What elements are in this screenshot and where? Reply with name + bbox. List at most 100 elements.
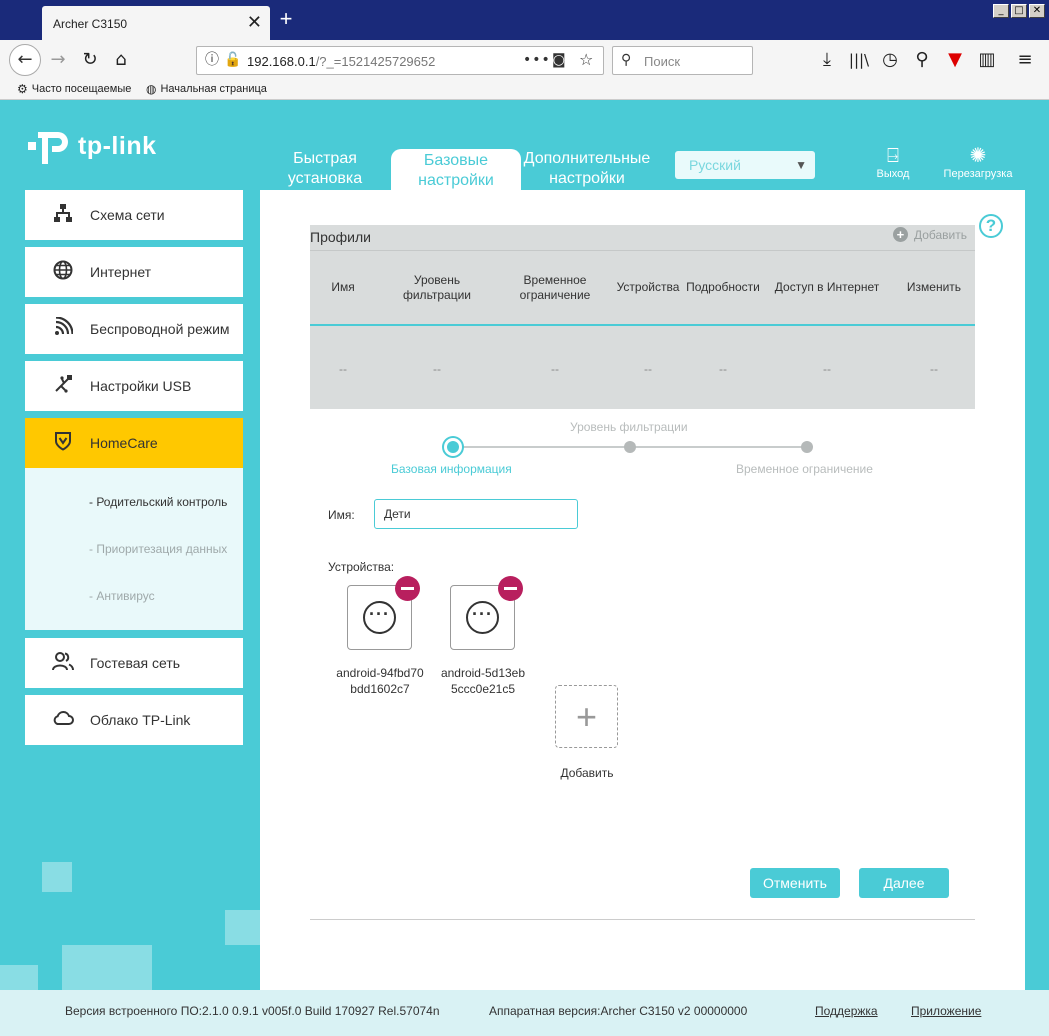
bookmark-star-icon[interactable]: ☆ (579, 52, 593, 68)
sidebar-item-guest-network[interactable]: Гостевая сеть (25, 638, 243, 688)
step-connector (630, 446, 808, 448)
search-icon: ⚲ (621, 52, 632, 68)
close-window-button[interactable]: ✕ (1029, 4, 1045, 18)
forward-button[interactable]: → (46, 48, 70, 72)
shield-icon (51, 431, 75, 455)
network-map-icon (51, 203, 75, 227)
tab-close-icon[interactable]: ✕ (247, 13, 262, 31)
reboot-label: Перезагрузка (943, 168, 1013, 180)
remove-device-icon[interactable] (395, 576, 420, 601)
history-icon[interactable]: ◷ (878, 48, 902, 72)
library-icon[interactable]: |||\ (847, 48, 871, 72)
info-icon[interactable]: ⓘ (205, 52, 219, 68)
logo-text: tp-link (78, 131, 157, 160)
table-cell: -- (551, 362, 559, 376)
search-toolbar-icon[interactable]: ⚲ (910, 48, 934, 72)
decor-shape (62, 945, 152, 990)
tp-link-logo[interactable]: tp-link (24, 122, 157, 170)
column-header: Устройства (616, 280, 680, 294)
name-label: Имя: (328, 508, 355, 522)
sidebar-item-usb[interactable]: Настройки USB (25, 361, 243, 411)
column-header: Временное ограничение (519, 273, 591, 302)
guests-icon (51, 651, 75, 675)
gear-icon: ⚙ (17, 82, 28, 96)
step-dot-basic-info (447, 441, 459, 453)
profiles-header: Профили + Добавить (310, 225, 975, 251)
decor-shape (42, 862, 72, 892)
remove-device-icon[interactable] (498, 576, 523, 601)
profiles-table: Профили + Добавить Имя Уровень фильтраци… (310, 225, 975, 409)
next-button[interactable]: Далее (859, 868, 949, 898)
device-name: android-94fbd70bdd1602c7 (336, 666, 424, 696)
page-actions-icon[interactable]: ••• (523, 52, 551, 68)
sidebar-item-wireless[interactable]: Беспроводной режим (25, 304, 243, 354)
search-bar[interactable]: ⚲ Поиск (612, 46, 753, 75)
column-header: Изменить (906, 280, 962, 294)
tab-advanced-settings[interactable]: Дополнительные настройки (521, 149, 653, 191)
bookmark-home-page[interactable]: ◍ Начальная страница (146, 82, 267, 96)
maximize-button[interactable]: □ (1011, 4, 1027, 18)
submenu-qos[interactable]: - Приоритезация данных (89, 542, 227, 556)
router-page: tp-link Быстрая установка Базовые настро… (0, 100, 1049, 1036)
logout-button[interactable]: ⍈ Выход (868, 142, 918, 180)
sidebar-item-network-map[interactable]: Схема сети (25, 190, 243, 240)
sidebar-item-homecare[interactable]: HomeCare (25, 418, 243, 468)
column-header: Подробности (686, 280, 760, 294)
step-dot-filter-level (624, 441, 636, 453)
sidebar-item-label: Интернет (90, 264, 152, 280)
step-dot-time-limit (801, 441, 813, 453)
language-select[interactable]: Русский ▼ (675, 151, 815, 179)
support-link[interactable]: Поддержка (815, 1004, 878, 1018)
downloads-icon[interactable]: ⤓ (815, 48, 839, 72)
help-icon[interactable]: ? (979, 214, 1003, 238)
cancel-button[interactable]: Отменить (750, 868, 840, 898)
add-profile-button[interactable]: + Добавить (892, 227, 967, 242)
table-cell: -- (823, 362, 831, 376)
usb-icon (51, 374, 75, 398)
main-content: ? Профили + Добавить Имя Уровень фильтра… (260, 190, 1025, 1036)
new-tab-button[interactable]: + (275, 8, 297, 30)
logout-label: Выход (876, 168, 910, 180)
add-device-button[interactable]: + (555, 685, 618, 748)
content-divider (310, 919, 975, 920)
url-bar[interactable]: ⓘ 🔓 192.168.0.1/?_=1521425729652 ••• ◙ ☆ (196, 46, 604, 75)
language-value: Русский (689, 157, 741, 173)
tab-quick-setup[interactable]: Быстрая установка (280, 149, 370, 191)
minimize-button[interactable]: _ (993, 4, 1009, 18)
browser-tab[interactable]: Archer C3150 ✕ (42, 6, 270, 40)
home-button[interactable]: ⌂ (109, 48, 133, 72)
submenu-parental-control[interactable]: - Родительский контроль (89, 495, 227, 509)
step-label-time-limit: Временное ограничение (736, 462, 873, 476)
decor-shape (0, 965, 38, 990)
step-connector (453, 446, 630, 448)
sidebar-item-label: Облако TP-Link (90, 712, 191, 728)
sidebar-item-internet[interactable]: Интернет (25, 247, 243, 297)
name-input[interactable] (374, 499, 578, 529)
step-label-basic-info: Базовая информация (391, 462, 512, 476)
cloud-icon (51, 708, 75, 732)
sidebar-item-cloud[interactable]: Облако TP-Link (25, 695, 243, 745)
back-button[interactable]: ← (9, 44, 41, 76)
decor-shape (225, 910, 260, 945)
bookmarks-bar: ⚙ Часто посещаемые ◍ Начальная страница (0, 80, 1049, 100)
submenu-antivirus[interactable]: - Антивирус (89, 589, 155, 603)
sidebar-toggle-icon[interactable]: ▥ (975, 48, 999, 72)
device-name: android-5d13eb5ccc0e21c5 (440, 666, 526, 696)
add-profile-label: Добавить (913, 227, 967, 242)
bookmark-most-visited[interactable]: ⚙ Часто посещаемые (17, 82, 131, 96)
bookmark-label: Начальная страница (160, 83, 267, 95)
insecure-lock-icon[interactable]: 🔓 (224, 52, 241, 68)
app-link[interactable]: Приложение (911, 1004, 981, 1018)
footer: Версия встроенного ПО:2.1.0 0.9.1 v005f.… (0, 990, 1049, 1036)
menu-hamburger-icon[interactable]: ≡ (1013, 48, 1037, 72)
table-cell: -- (339, 362, 347, 376)
tab-basic-settings[interactable]: Базовые настройки (391, 149, 521, 191)
ublock-shield-icon[interactable]: ▼ (943, 48, 967, 72)
reload-button[interactable]: ↻ (78, 48, 102, 72)
wizard-stepper: Базовая информация Уровень фильтрации Вр… (310, 415, 975, 485)
reboot-button[interactable]: ✺ Перезагрузка (940, 142, 1016, 180)
url-text[interactable]: 192.168.0.1/?_=1521425729652 (247, 54, 435, 69)
window-controls: _ □ ✕ (993, 4, 1045, 18)
pocket-icon[interactable]: ◙ (552, 52, 566, 68)
profiles-title: Профили (310, 229, 371, 245)
